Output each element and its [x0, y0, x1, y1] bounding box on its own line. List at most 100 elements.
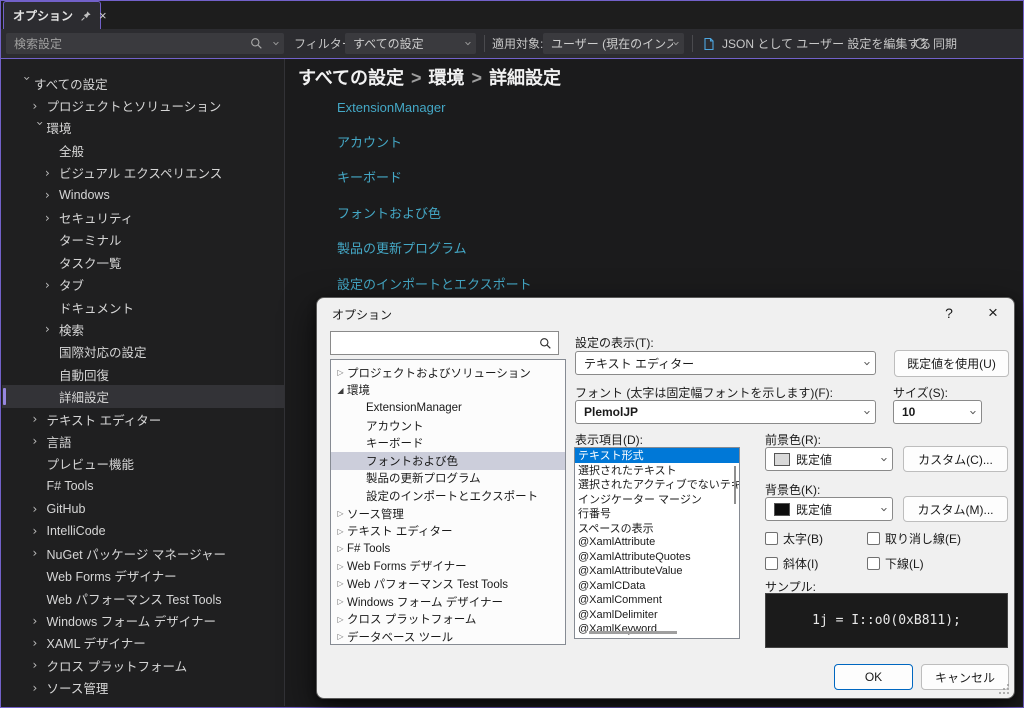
sidebar-item[interactable]: ›自動回復	[2, 363, 284, 385]
display-item[interactable]: @XamlAttributeValue	[575, 564, 739, 579]
dialog-tree-item[interactable]: 設定のインポートとエクスポート	[331, 487, 565, 505]
font-dropdown[interactable]: PlemolJP ›	[575, 400, 876, 424]
sidebar-item[interactable]: ›NuGet パッケージ マネージャー	[2, 542, 284, 564]
chevron-down-icon[interactable]: ›	[269, 41, 282, 46]
sidebar-item[interactable]: ›環境	[2, 117, 284, 139]
checkbox-box[interactable]	[765, 532, 778, 545]
display-items-list[interactable]: テキスト形式選択されたテキスト選択されたアクティブでないテキストインジケーター …	[574, 447, 740, 639]
sidebar-item[interactable]: ›詳細設定	[2, 385, 284, 407]
chevron-right-icon[interactable]: ›	[33, 547, 47, 559]
settings-link[interactable]: フォントおよび色	[337, 203, 532, 222]
chevron-right-icon[interactable]: ›	[33, 659, 47, 671]
display-item[interactable]: 選択されたテキスト	[575, 463, 739, 478]
sidebar-item[interactable]: ›国際対応の設定	[2, 341, 284, 363]
tab-options[interactable]: オプション ×	[3, 1, 101, 29]
use-defaults-button[interactable]: 既定値を使用(U)	[894, 350, 1009, 377]
dialog-tree-item[interactable]: ExtensionManager	[331, 399, 565, 417]
chevron-right-icon[interactable]: ›	[33, 637, 47, 649]
chevron-right-icon[interactable]: ›	[33, 100, 47, 112]
sync-button[interactable]: 同期	[914, 29, 957, 58]
dialog-tree-item[interactable]: ▷データベース ツール	[331, 628, 565, 645]
checkbox-box[interactable]	[765, 557, 778, 570]
sidebar-item[interactable]: ›ソース管理	[2, 677, 284, 699]
sidebar-item[interactable]: ›クロス プラットフォーム	[2, 654, 284, 676]
settings-link[interactable]: 設定のインポートとエクスポート	[337, 274, 532, 293]
sidebar-item[interactable]: ›ビジュアル エクスペリエンス	[2, 162, 284, 184]
sidebar-item[interactable]: ›全般	[2, 139, 284, 161]
style-checkbox[interactable]: 取り消し線(E)	[867, 526, 1008, 551]
dialog-tree-item[interactable]: ◢環境	[331, 382, 565, 400]
sidebar-item[interactable]: ›ドキュメント	[2, 296, 284, 318]
chevron-right-icon[interactable]: ›	[45, 323, 59, 335]
edit-json-button[interactable]: JSON として ユーザー 設定を編集する	[702, 29, 931, 58]
dialog-tree-item[interactable]: ▷F# Tools	[331, 540, 565, 558]
vertical-scrollbar[interactable]	[734, 466, 736, 504]
dialog-tree-item[interactable]: ▷テキスト エディター	[331, 522, 565, 540]
chevron-down-icon[interactable]: ›	[34, 121, 46, 135]
sidebar-item[interactable]: ›テキスト エディター	[2, 408, 284, 430]
display-item[interactable]: @XamlComment	[575, 593, 739, 608]
sidebar-item[interactable]: ›Windows フォーム デザイナー	[2, 609, 284, 631]
scope-dropdown[interactable]: ユーザー (現在のインスト- ›	[543, 33, 684, 54]
sidebar-item[interactable]: ›言語	[2, 430, 284, 452]
chevron-right-icon[interactable]: ›	[33, 615, 47, 627]
ok-button[interactable]: OK	[834, 664, 913, 690]
sidebar-item[interactable]: ›検索	[2, 318, 284, 340]
background-dropdown[interactable]: 既定値 ›	[765, 497, 893, 521]
tree-collapsed-icon[interactable]: ▷	[334, 527, 347, 536]
display-item[interactable]: @XamlCData	[575, 579, 739, 594]
sidebar-item[interactable]: ›Web パフォーマンス Test Tools	[2, 587, 284, 609]
settings-link[interactable]: アカウント	[337, 132, 532, 151]
dialog-tree-item[interactable]: ▷ソース管理	[331, 505, 565, 523]
help-button[interactable]: ?	[939, 303, 959, 323]
dialog-tree-item[interactable]: ▷Windows フォーム デザイナー	[331, 593, 565, 611]
settings-link[interactable]: 製品の更新プログラム	[337, 238, 532, 257]
dialog-tree-item[interactable]: 製品の更新プログラム	[331, 470, 565, 488]
display-item[interactable]: 行番号	[575, 506, 739, 521]
search-input[interactable]: 検索設定 ›	[6, 33, 284, 54]
sidebar-item[interactable]: ›プレビュー機能	[2, 453, 284, 475]
tree-collapsed-icon[interactable]: ▷	[334, 597, 347, 606]
close-icon[interactable]: ×	[980, 301, 1006, 325]
checkbox-box[interactable]	[867, 557, 880, 570]
tree-collapsed-icon[interactable]: ▷	[334, 562, 347, 571]
sidebar-item[interactable]: ›Windows	[2, 184, 284, 206]
dialog-tree-item[interactable]: アカウント	[331, 417, 565, 435]
sidebar-item[interactable]: ›すべての設定	[2, 72, 284, 94]
checkbox-box[interactable]	[867, 532, 880, 545]
tree-expanded-icon[interactable]: ◢	[334, 386, 347, 395]
chevron-right-icon[interactable]: ›	[33, 435, 47, 447]
chevron-right-icon[interactable]: ›	[45, 167, 59, 179]
tree-collapsed-icon[interactable]: ▷	[334, 579, 347, 588]
display-item[interactable]: @XamlKeyword	[575, 622, 739, 637]
tree-collapsed-icon[interactable]: ▷	[334, 632, 347, 641]
custom-background-button[interactable]: カスタム(M)...	[903, 496, 1008, 522]
size-dropdown[interactable]: 10 ›	[893, 400, 982, 424]
chevron-right-icon[interactable]: ›	[45, 279, 59, 291]
close-icon[interactable]: ×	[99, 9, 107, 22]
sidebar-item[interactable]: ›プロジェクトとソリューション	[2, 94, 284, 116]
settings-link[interactable]: キーボード	[337, 167, 532, 186]
dialog-tree-item[interactable]: フォントおよび色	[331, 452, 565, 470]
sidebar-item[interactable]: ›タブ	[2, 274, 284, 296]
tree-collapsed-icon[interactable]: ▷	[334, 544, 347, 553]
tree-collapsed-icon[interactable]: ▷	[334, 615, 347, 624]
custom-foreground-button[interactable]: カスタム(C)...	[903, 446, 1008, 472]
chevron-right-icon[interactable]: ›	[33, 413, 47, 425]
chevron-down-icon[interactable]: ›	[21, 76, 33, 90]
chevron-right-icon[interactable]: ›	[45, 189, 59, 201]
display-item[interactable]: @XamlAttributeQuotes	[575, 550, 739, 565]
filter-dropdown[interactable]: すべての設定 ›	[345, 33, 476, 54]
sidebar-item[interactable]: ›Web Forms デザイナー	[2, 565, 284, 587]
sidebar-item[interactable]: ›XAML デザイナー	[2, 632, 284, 654]
dialog-search-input[interactable]	[330, 331, 559, 355]
settings-view-dropdown[interactable]: テキスト エディター ›	[575, 351, 876, 375]
resize-grip[interactable]	[999, 684, 1010, 695]
chevron-right-icon[interactable]: ›	[33, 525, 47, 537]
display-item[interactable]: @XamlAttribute	[575, 535, 739, 550]
tree-collapsed-icon[interactable]: ▷	[334, 509, 347, 518]
dialog-tree-item[interactable]: キーボード	[331, 434, 565, 452]
sidebar-item[interactable]: ›セキュリティ	[2, 206, 284, 228]
sidebar-item[interactable]: ›F# Tools	[2, 475, 284, 497]
style-checkbox[interactable]: 斜体(I)	[765, 551, 867, 576]
